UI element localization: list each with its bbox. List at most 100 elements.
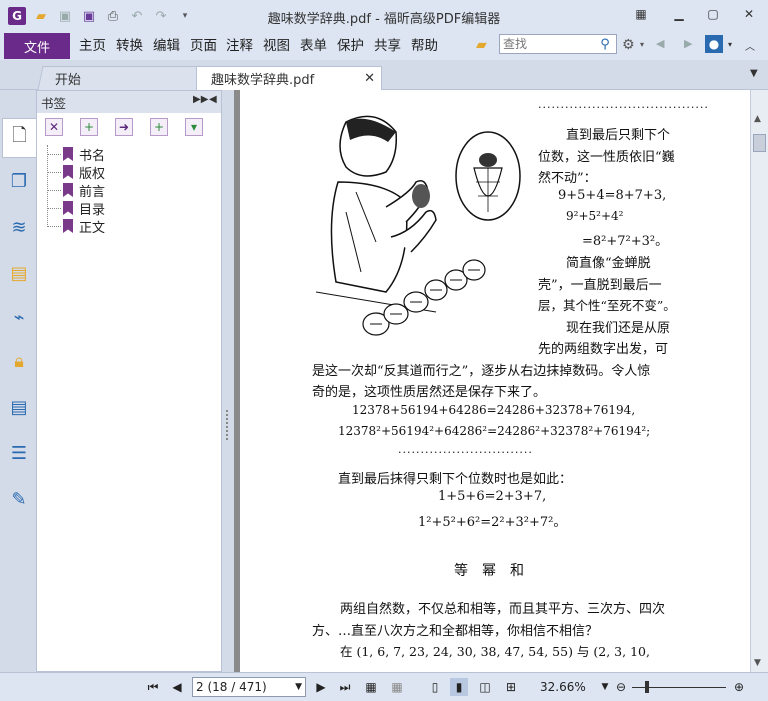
new-bookmark-icon[interactable]: + xyxy=(150,118,168,136)
add-bookmark-icon[interactable]: + xyxy=(80,118,98,136)
redo-icon[interactable]: ↷ xyxy=(152,7,170,25)
prev-result-icon[interactable]: ◀ xyxy=(656,37,664,50)
page-text: 12378²+56194²+64286²=24286²+32378²+76194… xyxy=(338,424,651,438)
tab-comment[interactable]: 注释 xyxy=(221,33,258,59)
delete-bookmark-icon[interactable]: ✕ xyxy=(45,118,63,136)
bookmark-item[interactable]: 前言 xyxy=(47,181,221,200)
search-icon[interactable]: ⚲ xyxy=(596,37,614,52)
tab-page-management[interactable]: 页面管 xyxy=(185,33,221,59)
document-properties-icon[interactable]: ▤ xyxy=(6,394,32,420)
page-text: 层，其个性“至死不变”。 xyxy=(538,298,676,313)
tab-start[interactable]: 开始 xyxy=(37,66,203,90)
minimize-button[interactable]: ▁ xyxy=(668,4,690,24)
previous-page-icon[interactable]: ◀ xyxy=(168,678,186,696)
security-icon[interactable]: 🔒︎ xyxy=(6,348,32,374)
file-tab[interactable]: 文件 xyxy=(4,33,70,59)
status-bar: ⏮ ◀ 2 (18 / 471) ▼ ▶ ⏭ ▦ ▦ ▯ ▮ ◫ ⊞ 32.66… xyxy=(0,672,768,701)
app-logo-icon[interactable]: G xyxy=(8,7,26,25)
bookmark-item[interactable]: 书名 xyxy=(47,145,221,164)
scroll-down-icon[interactable]: ▼ xyxy=(754,658,761,668)
zoom-out-icon[interactable]: ⊖ xyxy=(612,678,630,696)
signature-icon[interactable]: ✎ xyxy=(6,486,32,512)
form-fields-icon[interactable]: ☰ xyxy=(6,440,32,466)
bookmark-tree: 书名 版权 前言 目录 正文 xyxy=(47,145,221,236)
bookmark-item[interactable]: 版权 xyxy=(47,163,221,182)
bookmark-flag-icon xyxy=(63,219,73,233)
single-page-icon[interactable]: ▯ xyxy=(426,678,444,696)
layers-icon[interactable]: ≋ xyxy=(6,214,32,240)
search-box[interactable]: ⚲ xyxy=(499,34,617,54)
bookmark-item[interactable]: 正文 xyxy=(47,217,221,236)
open-folder-icon[interactable]: ▰ xyxy=(32,7,50,25)
close-window-button[interactable]: ✕ xyxy=(738,4,760,24)
page-text: 奇的是，这项性质居然还是保存下来了。 xyxy=(312,385,547,400)
tab-protect[interactable]: 保护 xyxy=(332,33,369,59)
page-text: 简直像“金蝉脱 xyxy=(566,256,651,271)
collapse-ribbon-icon[interactable]: ︿ xyxy=(745,38,755,53)
page-number-field[interactable]: 2 (18 / 471) ▼ xyxy=(192,677,306,697)
tab-form[interactable]: 表单 xyxy=(295,33,332,59)
page-dropdown-icon[interactable]: ▼ xyxy=(295,682,302,692)
restore-layout-icon[interactable]: ▦ xyxy=(630,4,652,24)
close-tab-icon[interactable]: ✕ xyxy=(364,71,375,86)
undo-icon[interactable]: ↶ xyxy=(128,7,146,25)
page-text: 9+5+4=8+7+3, xyxy=(558,188,667,203)
user-avatar-icon[interactable]: ● xyxy=(705,35,723,53)
save-as-icon[interactable]: ▣ xyxy=(80,7,98,25)
tab-document[interactable]: 趣味数学辞典.pdf ✕ xyxy=(196,66,382,90)
settings-dropdown-icon[interactable]: ▾ xyxy=(640,40,644,49)
bookmark-options-icon[interactable]: ▾ xyxy=(185,118,203,136)
pdf-page: ...................................... 直… xyxy=(240,90,750,672)
next-view-icon[interactable]: ▦ xyxy=(388,678,406,696)
page-text: 壳”，一直脱到最后一 xyxy=(538,278,662,293)
tab-document-label: 趣味数学辞典.pdf xyxy=(211,73,315,88)
find-folder-icon[interactable]: ▰ xyxy=(476,37,487,53)
pages-icon[interactable]: ❐ xyxy=(6,168,32,194)
last-page-icon[interactable]: ⏭ xyxy=(336,678,354,696)
customize-dropdown-icon[interactable]: ▾ xyxy=(176,7,194,25)
continuous-facing-icon[interactable]: ⊞ xyxy=(502,678,520,696)
search-input[interactable] xyxy=(500,35,596,53)
tab-edit[interactable]: 编辑 xyxy=(148,33,185,59)
scroll-thumb[interactable] xyxy=(753,134,766,152)
next-page-icon[interactable]: ▶ xyxy=(312,678,330,696)
maximize-button[interactable]: ▢ xyxy=(702,4,724,24)
attachments-icon[interactable]: ⌁ xyxy=(6,304,32,330)
bookmarks-icon[interactable]: 🗋 xyxy=(2,118,36,158)
page-number-value: 2 (18 / 471) xyxy=(196,680,267,694)
comments-icon[interactable]: ▤ xyxy=(6,260,32,286)
tab-help[interactable]: 帮助 xyxy=(406,33,443,59)
expand-panel-icon[interactable]: ▶▶ xyxy=(193,94,208,105)
facing-page-icon[interactable]: ◫ xyxy=(476,678,494,696)
tab-home[interactable]: 主页 xyxy=(74,33,111,59)
tab-convert[interactable]: 转换 xyxy=(111,33,148,59)
panel-splitter[interactable] xyxy=(222,90,234,672)
previous-view-icon[interactable]: ▦ xyxy=(362,678,380,696)
page-text: 先的两组数字出发，可 xyxy=(538,342,669,357)
settings-gear-icon[interactable]: ⚙ xyxy=(622,37,635,53)
print-icon[interactable]: ⎙ xyxy=(104,7,122,25)
page-text: 12378+56194+64286=24286+32378+76194, xyxy=(352,403,636,417)
cicada-boy-illustration xyxy=(316,115,521,336)
scroll-up-icon[interactable]: ▲ xyxy=(754,114,761,124)
user-dropdown-icon[interactable]: ▾ xyxy=(728,40,732,49)
tab-view[interactable]: 视图 xyxy=(258,33,295,59)
zoom-slider-thumb[interactable] xyxy=(645,681,649,693)
next-result-icon[interactable]: ▶ xyxy=(684,37,692,50)
tab-list-dropdown-icon[interactable]: ▼ xyxy=(750,68,758,79)
zoom-in-icon[interactable]: ⊕ xyxy=(730,678,748,696)
bookmark-item[interactable]: 目录 xyxy=(47,199,221,218)
document-view[interactable]: ...................................... 直… xyxy=(234,90,750,672)
zoom-level[interactable]: 32.66% xyxy=(540,680,586,694)
continuous-page-icon[interactable]: ▮ xyxy=(450,678,468,696)
move-bookmark-icon[interactable]: ➜ xyxy=(115,118,133,136)
collapse-panel-icon[interactable]: ◀ xyxy=(209,94,217,105)
save-icon[interactable]: ▣ xyxy=(56,7,74,25)
section-title: 等幂和 xyxy=(454,563,538,579)
tab-share[interactable]: 共享 xyxy=(369,33,406,59)
first-page-icon[interactable]: ⏮ xyxy=(144,678,162,696)
bookmark-flag-icon xyxy=(63,201,73,215)
vertical-scrollbar[interactable]: ▲ ▼ xyxy=(750,90,768,672)
page-text: 然不动”： xyxy=(538,171,597,186)
page-text: 方、…直至八次方之和全都相等，你相信不相信？ xyxy=(312,624,599,639)
